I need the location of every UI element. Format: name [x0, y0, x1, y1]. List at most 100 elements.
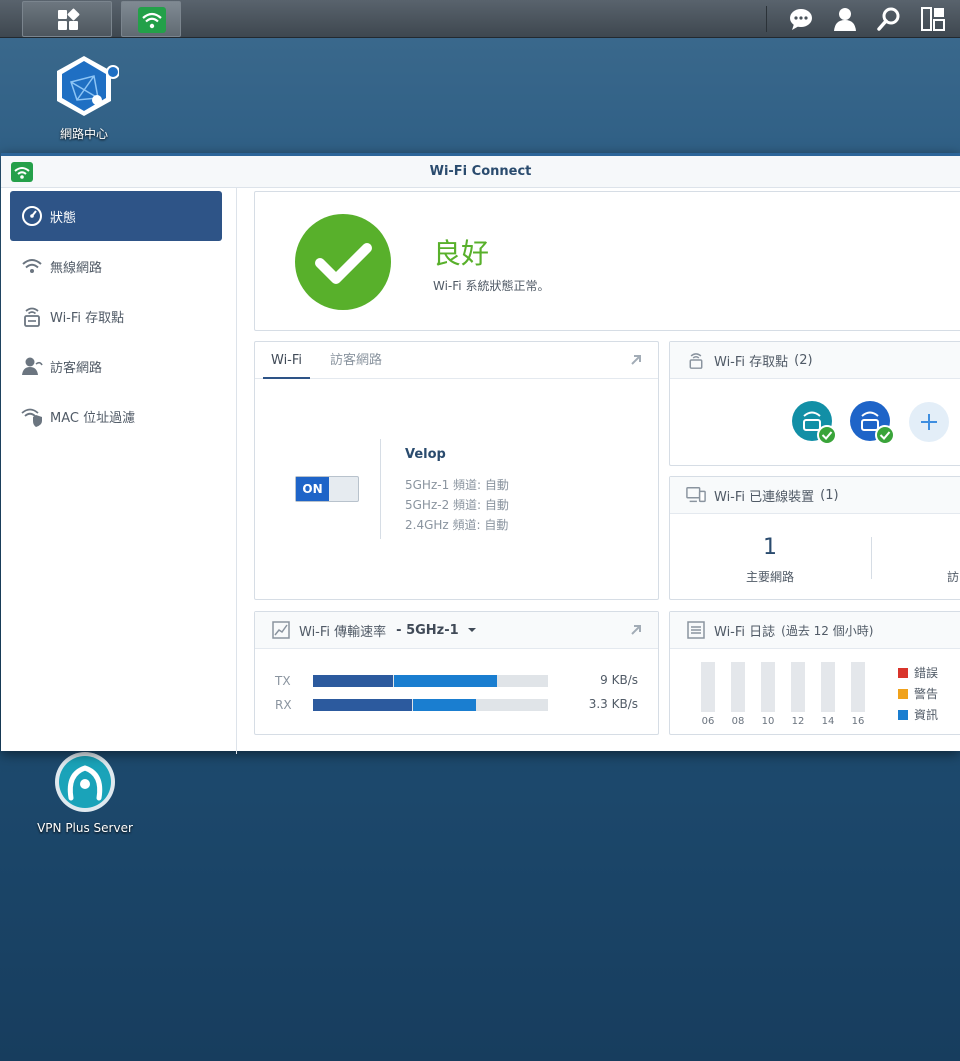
desktop-network-center[interactable]: 網路中心	[44, 52, 124, 142]
tx-bar-segment-a	[313, 675, 393, 687]
devices-icon	[686, 485, 706, 505]
desktop-vpn-plus-server[interactable]: VPN Plus Server	[30, 750, 140, 835]
vpn-plus-label: VPN Plus Server	[37, 821, 133, 835]
window-titlebar[interactable]: Wi-Fi Connect	[1, 156, 960, 188]
user-icon[interactable]	[830, 4, 860, 34]
legend-info: 資訊	[898, 706, 938, 723]
wifi-toggle-on: ON	[296, 477, 329, 501]
notification-icon[interactable]	[786, 4, 816, 34]
log-hour-bar	[701, 662, 715, 712]
sidebar-item-label: 無線網路	[50, 260, 103, 276]
legend-warning-label: 警告	[914, 687, 939, 701]
sidebar-item-label: 狀態	[50, 210, 77, 226]
legend-error: 錯誤	[898, 664, 938, 681]
add-access-point-icon[interactable]	[908, 401, 950, 443]
legend-error-label: 錯誤	[914, 666, 939, 680]
log-hour-label: 14	[821, 716, 835, 727]
tx-bar	[313, 675, 548, 687]
log-hour-label: 12	[791, 716, 805, 727]
log-hour-bar	[731, 662, 745, 712]
search-icon[interactable]	[874, 4, 904, 34]
expand-arrow-icon[interactable]	[630, 354, 642, 366]
access-point-card: Wi-Fi 存取點 (2)	[669, 341, 960, 466]
sidebar-item-access-point[interactable]: Wi-Fi 存取點	[10, 291, 222, 341]
legend-warning-swatch	[898, 688, 908, 699]
log-title: Wi-Fi 日誌	[714, 624, 776, 640]
access-point-icon	[20, 304, 44, 328]
rx-label: RX	[275, 698, 292, 712]
shield-wifi-icon	[20, 404, 44, 428]
main-network-count: 1	[763, 535, 777, 560]
transfer-rate-title: Wi-Fi 傳輸速率	[299, 624, 387, 640]
apps-grid-icon	[58, 8, 80, 30]
sidebar-item-wireless[interactable]: 無線網路	[10, 241, 222, 291]
expand-arrow-icon[interactable]	[630, 624, 642, 636]
taskbar	[0, 0, 960, 38]
legend-info-label: 資訊	[914, 708, 939, 722]
wifi-toggle[interactable]: ON	[295, 476, 359, 502]
line-chart-icon	[271, 620, 291, 640]
main-network-label: 主要網路	[745, 570, 794, 584]
wifi-card: Wi-Fi 訪客網路 ON Velop 5GHz-1 頻道: 自動 5GHz-2…	[254, 341, 659, 600]
status-description: Wi-Fi 系統狀態正常。	[433, 279, 550, 293]
sidebar-item-label: MAC 位址過濾	[50, 410, 136, 426]
connected-devices-title: Wi-Fi 已連線裝置	[714, 489, 815, 505]
dashboard-icon	[20, 204, 44, 228]
wifi-log-card: Wi-Fi 日誌 (過去 12 個小時) 06 08 10 12 14 16 錯誤 警告 …	[669, 611, 960, 735]
caret-down-icon	[467, 628, 476, 632]
sidebar-item-label: Wi-Fi 存取點	[50, 310, 125, 326]
connected-devices-count: (1)	[820, 487, 839, 503]
log-hour-label: 16	[851, 716, 865, 727]
log-hour-label: 10	[761, 716, 775, 727]
transfer-rate-card: Wi-Fi 傳輸速率 - 5GHz-1 TX 9 KB/s RX 3.3 KB/…	[254, 611, 659, 735]
tx-label: TX	[275, 674, 291, 688]
network-name: Velop	[405, 447, 446, 462]
legend-info-swatch	[898, 709, 908, 720]
log-hour-label: 06	[701, 716, 715, 727]
tab-wifi[interactable]: Wi-Fi	[263, 342, 311, 379]
log-hour-bar	[851, 662, 865, 712]
access-point-node-icon[interactable]	[850, 400, 896, 446]
access-point-node-icon[interactable]	[792, 400, 838, 446]
sidebar-item-status[interactable]: 狀態	[10, 191, 222, 241]
access-point-count: (2)	[794, 352, 813, 368]
check-circle-icon	[295, 214, 391, 310]
network-center-label: 網路中心	[59, 127, 108, 141]
widgets-icon[interactable]	[918, 4, 948, 34]
guest-network-label: 訪	[947, 570, 960, 584]
guest-icon	[20, 354, 44, 378]
rx-bar-segment-a	[313, 699, 412, 711]
wifi-connect-logo-icon	[11, 162, 33, 182]
wifi-connect-window: Wi-Fi Connect 狀態 無線網路 Wi-Fi 存取點 訪客網路 MAC…	[1, 153, 960, 754]
log-hour-bar	[761, 662, 775, 712]
band-selector-value: - 5GHz-1	[396, 622, 459, 638]
status-title: 良好	[433, 237, 490, 270]
connected-devices-card: Wi-Fi 已連線裝置 (1) 1 主要網路 訪	[669, 476, 960, 600]
sidebar-item-label: 訪客網路	[50, 360, 103, 376]
vpn-plus-icon	[55, 752, 115, 812]
log-hour-bar	[821, 662, 835, 712]
tab-guest-network[interactable]: 訪客網路	[330, 342, 382, 379]
tx-value: 9 KB/s	[600, 673, 638, 687]
log-hour-bar	[791, 662, 805, 712]
main-menu-button[interactable]	[22, 1, 112, 37]
sidebar: 狀態 無線網路 Wi-Fi 存取點 訪客網路 MAC 位址過濾	[1, 188, 237, 754]
log-hour-label: 08	[731, 716, 745, 727]
sidebar-item-guest[interactable]: 訪客網路	[10, 341, 222, 391]
wifi-icon	[20, 254, 44, 278]
network-center-icon	[57, 56, 120, 116]
band-5ghz1: 5GHz-1 頻道: 自動	[405, 478, 509, 492]
taskbar-wifi-connect-button[interactable]	[121, 1, 181, 37]
log-range: (過去 12 個小時)	[781, 623, 874, 638]
rx-bar	[313, 699, 548, 711]
status-card: 良好 Wi-Fi 系統狀態正常。	[254, 191, 960, 331]
band-selector[interactable]: - 5GHz-1	[396, 623, 477, 638]
sidebar-item-mac-filter[interactable]: MAC 位址過濾	[10, 391, 222, 441]
wifi-app-icon	[138, 7, 166, 33]
band-5ghz2: 5GHz-2 頻道: 自動	[405, 498, 509, 512]
band-2-4ghz: 2.4GHz 頻道: 自動	[405, 518, 509, 532]
rx-bar-segment-b	[413, 699, 476, 711]
log-list-icon	[686, 620, 706, 640]
access-point-title: Wi-Fi 存取點	[714, 354, 789, 370]
rx-value: 3.3 KB/s	[588, 697, 638, 711]
